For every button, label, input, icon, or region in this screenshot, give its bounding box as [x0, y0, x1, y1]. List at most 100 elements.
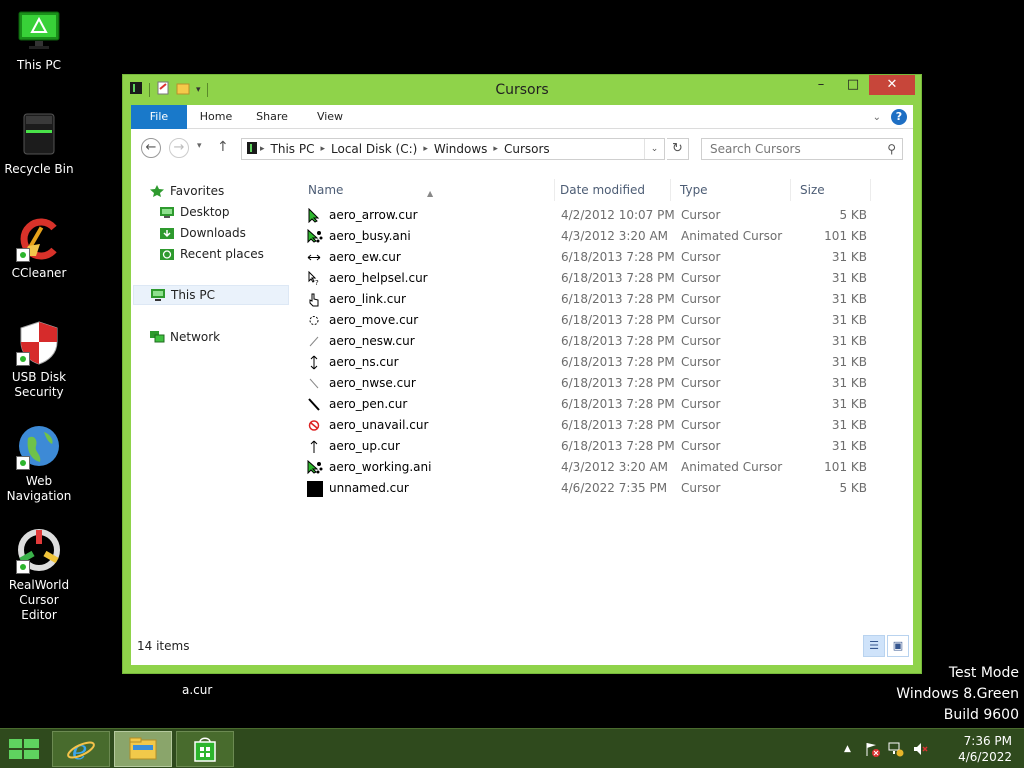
breadcrumb-this-pc[interactable]: This PC	[271, 142, 315, 156]
nav-item-label: Favorites	[170, 184, 225, 198]
nav-item-downloads[interactable]: Downloads	[159, 223, 246, 243]
file-row[interactable]: aero_up.cur 6/18/2013 7:28 PM Cursor 31 KB	[299, 436, 899, 457]
refresh-button[interactable]: ↻	[667, 138, 689, 160]
breadcrumb-cursors[interactable]: Cursors	[504, 142, 550, 156]
column-header-date[interactable]: Date modified	[551, 179, 671, 201]
tab-home[interactable]: Home	[193, 105, 239, 129]
file-name: aero_pen.cur	[329, 397, 408, 411]
file-type: Cursor	[681, 418, 721, 432]
file-name: aero_nwse.cur	[329, 376, 416, 390]
file-size: 31 KB	[831, 292, 867, 306]
taskbar-clock[interactable]: 7:36 PM 4/6/2022	[952, 733, 1012, 765]
action-center-flag-icon[interactable]	[864, 741, 880, 760]
nav-item-network[interactable]: Network	[149, 327, 220, 347]
system-tray: ▲ 7:36 PM 4/6/2022	[844, 729, 1024, 768]
windows-logo-icon	[9, 739, 39, 759]
help-icon[interactable]: ?	[891, 109, 907, 125]
window-title: Cursors	[495, 82, 549, 98]
shortcut-arrow-icon	[16, 456, 30, 470]
file-size: 31 KB	[831, 271, 867, 285]
downloads-folder-icon	[159, 226, 175, 240]
tab-share[interactable]: Share	[249, 105, 295, 129]
desktop-icon-this-pc[interactable]: This PC	[0, 8, 78, 73]
column-header-type[interactable]: Type	[671, 179, 791, 201]
resize-nesw-icon	[307, 334, 321, 349]
recent-locations-chevron-icon[interactable]: ▾	[197, 141, 202, 151]
file-size: 31 KB	[831, 313, 867, 327]
desktop-icon-realworld-cursor-editor[interactable]: RealWorld Cursor Editor	[0, 528, 78, 623]
start-button[interactable]	[6, 735, 42, 763]
file-date-modified: 6/18/2013 7:28 PM	[561, 355, 675, 369]
file-size: 31 KB	[831, 376, 867, 390]
desktop-file-label[interactable]: a.cur	[182, 683, 212, 697]
file-row[interactable]: aero_pen.cur 6/18/2013 7:28 PM Cursor 31 KB	[299, 394, 899, 415]
taskbar-store[interactable]	[176, 731, 234, 767]
address-bar[interactable]: ▸ This PC ▸ Local Disk (C:) ▸ Windows ▸ …	[241, 138, 665, 160]
file-row[interactable]: ? aero_helpsel.cur 6/18/2013 7:28 PM Cursor…	[299, 268, 899, 289]
desktop-icon-recycle-bin[interactable]: Recycle Bin	[0, 112, 78, 177]
file-row[interactable]: aero_link.cur 6/18/2013 7:28 PM Cursor 31 K…	[299, 289, 899, 310]
nav-item-recent-places[interactable]: Recent places	[159, 244, 264, 264]
desktop-icon-usb-disk-security[interactable]: USB Disk Security	[0, 320, 78, 400]
file-row[interactable]: aero_arrow.cur 4/2/2012 10:07 PM Cursor 5 K…	[299, 205, 899, 226]
file-name: aero_unavail.cur	[329, 418, 429, 432]
forward-button[interactable]: →	[169, 138, 189, 158]
nav-item-label: Recent places	[180, 247, 264, 261]
taskbar-file-explorer[interactable]	[114, 731, 172, 767]
store-bag-icon	[194, 737, 216, 762]
svg-text:e: e	[72, 736, 87, 765]
file-row[interactable]: aero_working.ani 4/3/2012 3:20 AM Animated…	[299, 457, 899, 478]
tab-view[interactable]: View	[307, 105, 353, 129]
nav-item-favorites[interactable]: Favorites	[149, 181, 224, 201]
volume-muted-icon[interactable]	[912, 741, 928, 760]
tab-file[interactable]: File	[131, 105, 187, 129]
file-type: Animated Cursor	[681, 460, 783, 474]
taskbar-internet-explorer[interactable]: e	[52, 731, 110, 767]
breadcrumb-separator-icon[interactable]: ▸	[423, 144, 428, 154]
file-date-modified: 6/18/2013 7:28 PM	[561, 292, 675, 306]
breadcrumb-separator-icon[interactable]: ▸	[320, 144, 325, 154]
large-icons-view-button[interactable]: ▣	[887, 635, 909, 657]
title-bar[interactable]: ▾ Cursors – □ ✕	[123, 75, 921, 105]
network-icon	[149, 330, 165, 344]
desktop-icon-label: RealWorld Cursor Editor	[8, 578, 70, 622]
nav-item-desktop[interactable]: Desktop	[159, 202, 230, 222]
minimize-button[interactable]: –	[805, 75, 837, 95]
file-row[interactable]: aero_nesw.cur 6/18/2013 7:28 PM Cursor 31 K…	[299, 331, 899, 352]
breadcrumb-windows[interactable]: Windows	[434, 142, 488, 156]
file-row[interactable]: aero_nwse.cur 6/18/2013 7:28 PM Cursor 31 K…	[299, 373, 899, 394]
expand-ribbon-chevron-icon[interactable]: ⌄	[873, 112, 881, 123]
details-view-button[interactable]: ☰	[863, 635, 885, 657]
explorer-window[interactable]: ▾ Cursors – □ ✕ File Home Share View ⌄ ?…	[122, 74, 922, 674]
file-row[interactable]: aero_ew.cur 6/18/2013 7:28 PM Cursor 31 KB	[299, 247, 899, 268]
column-header-size[interactable]: Size	[791, 179, 871, 201]
search-input[interactable]: Search Cursors ⚲	[701, 138, 903, 160]
column-header-name[interactable]: Name ▲	[299, 179, 555, 201]
breadcrumb-separator-icon[interactable]: ▸	[493, 144, 498, 154]
network-status-icon[interactable]	[888, 741, 904, 760]
file-date-modified: 4/2/2012 10:07 PM	[561, 208, 675, 222]
resize-nwse-icon	[307, 376, 321, 391]
window-content: File Home Share View ⌄ ? ← → ▾ ↑ ▸ This …	[131, 105, 913, 665]
close-button[interactable]: ✕	[869, 75, 915, 95]
column-header-label: Name	[308, 183, 344, 197]
up-arrow-icon[interactable]: ↑	[217, 139, 229, 155]
show-hidden-icons-chevron-icon[interactable]: ▲	[844, 744, 851, 754]
file-name: aero_working.ani	[329, 460, 432, 474]
back-button[interactable]: ←	[141, 138, 161, 158]
desktop-icon-label: CCleaner	[11, 266, 67, 280]
file-row[interactable]: aero_ns.cur 6/18/2013 7:28 PM Cursor 31 KB	[299, 352, 899, 373]
file-row[interactable]: aero_move.cur 6/18/2013 7:28 PM Cursor 31 K…	[299, 310, 899, 331]
file-row[interactable]: unnamed.cur 4/6/2022 7:35 PM Cursor 5 KB	[299, 478, 899, 499]
maximize-button[interactable]: □	[837, 75, 869, 95]
file-row[interactable]: aero_unavail.cur 6/18/2013 7:28 PM Cursor 3…	[299, 415, 899, 436]
desktop-icon-ccleaner[interactable]: CCleaner	[0, 216, 78, 281]
file-row[interactable]: aero_busy.ani 4/3/2012 3:20 AM Animated Cu…	[299, 226, 899, 247]
desktop-icon-web-navigation[interactable]: Web Navigation	[0, 424, 78, 504]
breadcrumb-separator-icon[interactable]: ▸	[260, 144, 265, 154]
file-date-modified: 6/18/2013 7:28 PM	[561, 418, 675, 432]
breadcrumb-local-disk[interactable]: Local Disk (C:)	[331, 142, 417, 156]
working-cursor-icon	[307, 459, 323, 475]
address-dropdown-chevron-icon[interactable]: ⌄	[644, 139, 664, 159]
nav-item-this-pc[interactable]: This PC	[133, 285, 289, 305]
